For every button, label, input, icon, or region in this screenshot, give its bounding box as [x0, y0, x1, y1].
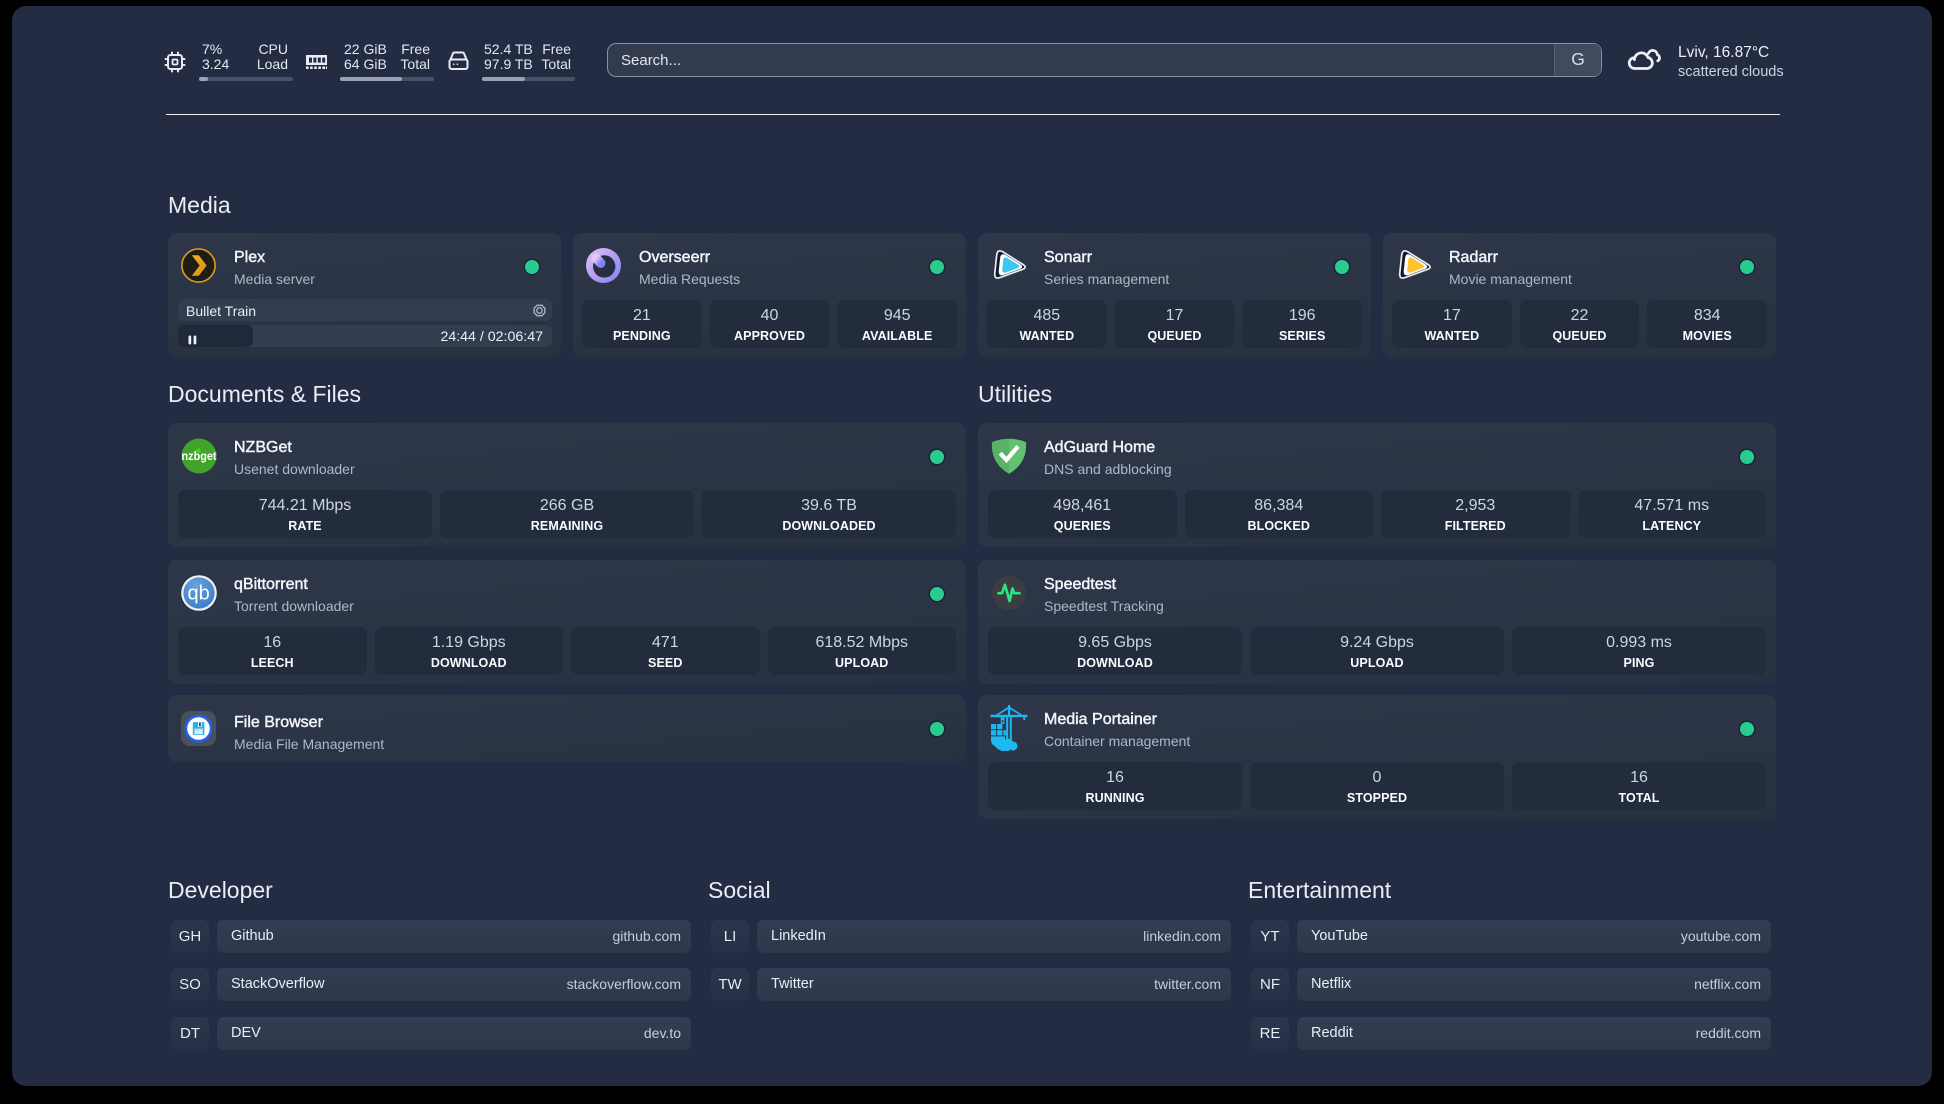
svg-text:qb: qb [187, 582, 209, 604]
svg-text:nzbget: nzbget [182, 450, 217, 462]
